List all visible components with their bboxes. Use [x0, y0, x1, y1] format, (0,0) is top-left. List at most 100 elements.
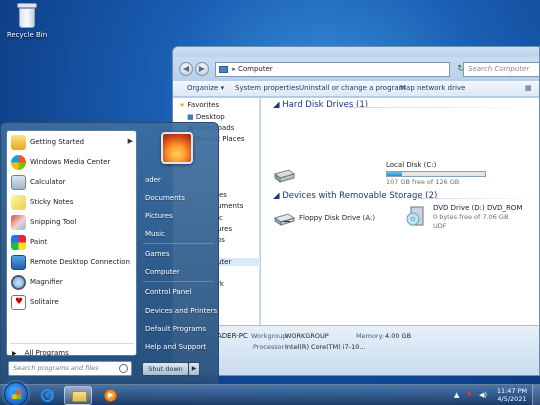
taskbar: ▲ ⚑ ◀) 11:47 PM 4/5/2021	[0, 382, 540, 405]
group-divider	[416, 198, 539, 199]
program-solitaire[interactable]: ♥ Solitaire	[10, 294, 135, 312]
organize-menu[interactable]: Organize ▾	[187, 84, 224, 92]
folder-icon	[72, 391, 87, 402]
disk-usage-fill	[387, 172, 402, 176]
computer-icon	[219, 65, 228, 73]
right-item-pictures[interactable]: Pictures	[145, 212, 173, 220]
media-center-icon	[11, 155, 26, 170]
right-item-documents[interactable]: Documents	[145, 194, 185, 202]
nav-documents[interactable]: uments	[217, 202, 243, 210]
user-picture[interactable]	[161, 132, 193, 164]
divider	[10, 343, 134, 344]
program-calculator[interactable]: Calculator	[10, 174, 135, 192]
clock-date: 4/5/2021	[497, 395, 527, 403]
system-properties-button[interactable]: System properties	[235, 84, 299, 92]
dvd-drive-name[interactable]: DVD Drive (D:) DVD_ROM	[433, 204, 522, 212]
floppy-drive-name[interactable]: Floppy Disk Drive (A:)	[299, 214, 375, 222]
right-item-control-panel[interactable]: Control Panel	[145, 288, 191, 296]
nav-computer[interactable]: uter	[217, 258, 260, 266]
solitaire-icon: ♥	[11, 295, 26, 310]
action-center-icon[interactable]: ⚑	[466, 391, 472, 399]
nav-desktop[interactable]: ■ Desktop	[187, 113, 225, 121]
star-icon: ★	[179, 101, 188, 109]
shutdown-button[interactable]: Shut down	[142, 362, 189, 376]
search-icon	[119, 364, 128, 373]
speaker-icon[interactable]: ◀)	[479, 391, 487, 399]
command-bar: Organize ▾ System properties Uninstall o…	[173, 81, 539, 97]
right-item-music[interactable]: Music	[145, 230, 165, 238]
getting-started-icon	[11, 135, 26, 150]
dvd-drive-icon[interactable]	[405, 206, 427, 228]
title-bar[interactable]	[173, 47, 539, 57]
back-button[interactable]: ◀	[179, 62, 193, 76]
calculator-icon	[11, 175, 26, 190]
program-getting-started[interactable]: Getting Started ▶	[10, 134, 135, 152]
workgroup-label: Workgroup:	[251, 332, 289, 340]
program-snipping-tool[interactable]: Snipping Tool	[10, 214, 135, 232]
snipping-tool-icon	[11, 215, 26, 230]
search-input[interactable]: Search Computer	[463, 62, 539, 77]
right-item-devices-printers[interactable]: Devices and Printers	[145, 307, 217, 315]
system-tray: ▲ ⚑ ◀) 11:47 PM 4/5/2021	[452, 385, 540, 405]
program-windows-media-center[interactable]: Windows Media Center	[10, 154, 135, 172]
address-text: Computer	[237, 65, 273, 73]
internet-explorer-icon	[41, 388, 54, 402]
address-bar[interactable]: ▸ Computer	[215, 62, 450, 77]
view-options-icon[interactable]: ▦	[525, 84, 532, 92]
divider	[143, 243, 213, 244]
content-pane: ◢ Hard Disk Drives (1) Local Disk (C:) 1…	[261, 98, 539, 325]
processor-value: Intel(R) Core(TM) i7-10...	[285, 343, 366, 351]
paint-icon	[11, 235, 26, 250]
uninstall-program-button[interactable]: Uninstall or change a program	[299, 84, 406, 92]
map-network-drive-button[interactable]: Map network drive	[400, 84, 465, 92]
program-remote-desktop[interactable]: Remote Desktop Connection	[10, 254, 135, 272]
right-item-computer[interactable]: Computer	[145, 268, 180, 276]
shutdown-options-icon[interactable]: ▶	[188, 362, 200, 376]
media-player-icon	[104, 389, 117, 402]
right-item-games[interactable]: Games	[145, 250, 170, 258]
show-hidden-icons-icon[interactable]: ▲	[454, 391, 459, 399]
local-disk-name: Local Disk (C:)	[386, 161, 437, 169]
submenu-arrow-icon: ▶	[127, 137, 133, 145]
hard-disk-group-header[interactable]: ◢ Hard Disk Drives (1)	[273, 100, 368, 110]
memory-value: 4.00 GB	[385, 332, 412, 340]
taskbar-media-player-button[interactable]	[96, 386, 124, 405]
show-desktop-button[interactable]	[532, 385, 540, 405]
collapse-icon: ◢	[273, 191, 283, 201]
start-search-input[interactable]: Search programs and files	[8, 361, 132, 376]
arrow-right-icon: ▶	[12, 350, 17, 357]
right-item-user[interactable]: ader	[145, 176, 161, 184]
right-item-default-programs[interactable]: Default Programs	[145, 325, 206, 333]
desktop-icon: ■	[187, 113, 196, 121]
hard-drive-icon	[273, 168, 296, 184]
recycle-bin-desktop-icon[interactable]: Recycle Bin	[2, 3, 52, 39]
magnifier-icon	[11, 275, 26, 290]
start-menu: Getting Started ▶ Windows Media Center Ca…	[0, 122, 219, 384]
clock[interactable]: 11:47 PM 4/5/2021	[494, 387, 530, 403]
dvd-drive-filesystem: UDF	[433, 222, 447, 230]
all-programs-button[interactable]: ▶ All Programs	[12, 349, 69, 357]
favorites-item[interactable]: ★ Favorites	[179, 101, 219, 109]
floppy-drive-icon[interactable]	[273, 211, 296, 227]
explorer-window: ◀ ▶ ▸ Computer ↻ Search Computer Organiz…	[172, 46, 540, 376]
taskbar-explorer-button[interactable]	[64, 386, 92, 405]
navigation-bar: ◀ ▶ ▸ Computer ↻ Search Computer	[173, 57, 539, 81]
sticky-notes-icon	[11, 195, 26, 210]
program-paint[interactable]: Paint	[10, 234, 135, 252]
start-button[interactable]	[4, 382, 28, 405]
divider	[143, 281, 213, 282]
recycle-bin-icon	[16, 3, 38, 29]
right-item-help-support[interactable]: Help and Support	[145, 343, 206, 351]
removable-group-header[interactable]: ◢ Devices with Removable Storage (2)	[273, 191, 437, 201]
forward-button[interactable]: ▶	[195, 62, 209, 76]
recycle-bin-label: Recycle Bin	[6, 31, 48, 39]
processor-label: Processor:	[253, 343, 287, 351]
taskbar-ie-button[interactable]	[33, 386, 61, 405]
programs-list: Getting Started ▶ Windows Media Center Ca…	[6, 130, 137, 357]
details-pane: ADER-PC Workgroup: WORKGROUP Memory: 4.0…	[173, 325, 539, 375]
program-magnifier[interactable]: Magnifier	[10, 274, 135, 292]
nav-pictures[interactable]: ures	[217, 225, 232, 233]
clock-time: 11:47 PM	[496, 387, 528, 395]
group-divider	[346, 107, 539, 108]
program-sticky-notes[interactable]: Sticky Notes	[10, 194, 135, 212]
